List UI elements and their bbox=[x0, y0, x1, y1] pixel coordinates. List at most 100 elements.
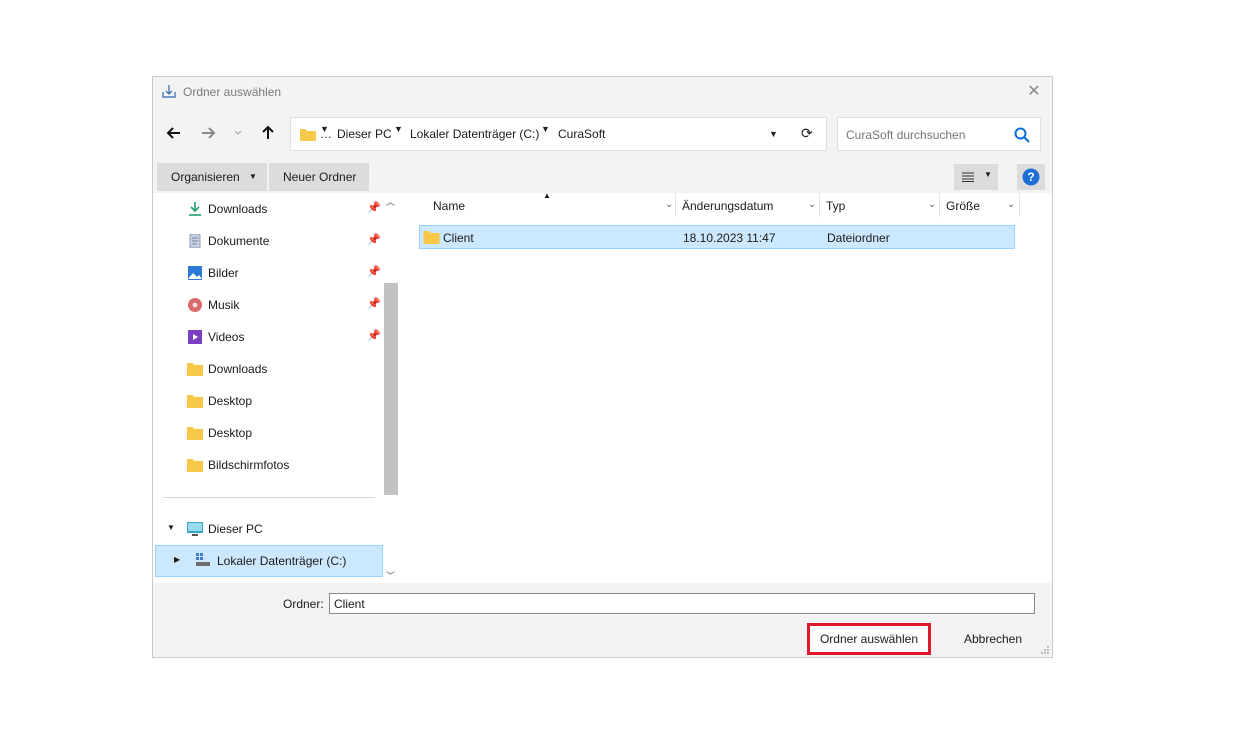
column-separator[interactable] bbox=[1019, 193, 1020, 217]
sidebar-item-label: Desktop bbox=[208, 426, 253, 440]
sidebar-item-screenshots[interactable]: Bildschirmfotos bbox=[153, 449, 383, 481]
nav-divider bbox=[163, 497, 375, 498]
chevron-down-icon[interactable]: ⌄ bbox=[1007, 199, 1015, 210]
column-header-name[interactable]: Name bbox=[433, 193, 465, 217]
address-bar[interactable]: ▼ … Dieser PC ▼ Lokaler Datenträger (C:)… bbox=[290, 117, 827, 151]
pin-icon: 📌 bbox=[367, 266, 381, 278]
breadcrumb-local-disk[interactable]: Lokaler Datenträger (C:) bbox=[410, 127, 539, 141]
refresh-icon[interactable]: ⟳ bbox=[801, 125, 813, 142]
pictures-icon bbox=[188, 266, 202, 280]
table-row[interactable]: Client 18.10.2023 11:47 Dateiordner bbox=[419, 225, 1015, 249]
folder-select-icon bbox=[162, 85, 176, 98]
new-folder-button[interactable]: Neuer Ordner bbox=[269, 163, 369, 191]
folder-icon bbox=[187, 427, 203, 440]
documents-icon bbox=[189, 234, 201, 248]
sidebar-item-label: Downloads bbox=[208, 202, 268, 216]
file-type: Dateiordner bbox=[827, 231, 890, 245]
sidebar-item-downloads-folder[interactable]: Downloads bbox=[153, 353, 383, 385]
chevron-down-icon: ▼ bbox=[984, 170, 992, 179]
search-input[interactable] bbox=[844, 125, 1008, 145]
chevron-down-icon bbox=[234, 130, 242, 135]
organize-button[interactable]: Organisieren ▼ bbox=[157, 163, 267, 191]
up-button[interactable] bbox=[256, 121, 280, 145]
breadcrumb-overflow[interactable]: … bbox=[320, 127, 332, 141]
arrow-up-icon bbox=[262, 125, 274, 139]
folder-icon bbox=[187, 363, 203, 376]
search-box[interactable] bbox=[837, 117, 1041, 151]
sidebar-item-documents[interactable]: Dokumente 📌 bbox=[153, 225, 383, 257]
breadcrumb-this-pc[interactable]: Dieser PC bbox=[337, 127, 392, 141]
close-icon: ✕ bbox=[1027, 83, 1041, 100]
column-separator[interactable] bbox=[675, 193, 676, 217]
chevron-down-icon[interactable]: ⌄ bbox=[928, 199, 936, 210]
expand-arrow-icon[interactable]: ▶ bbox=[174, 555, 180, 564]
select-folder-button[interactable]: Ordner auswählen bbox=[807, 623, 931, 655]
sidebar-item-videos[interactable]: Videos 📌 bbox=[153, 321, 383, 353]
arrow-left-icon bbox=[166, 127, 180, 139]
sidebar-item-downloads-quick[interactable]: Downloads 📌 bbox=[153, 193, 383, 225]
resize-grip-icon[interactable] bbox=[1040, 645, 1050, 655]
help-button[interactable]: ? bbox=[1017, 164, 1045, 190]
scrollbar-thumb[interactable] bbox=[384, 283, 398, 495]
forward-button[interactable] bbox=[196, 121, 220, 145]
sidebar-item-desktop[interactable]: Desktop bbox=[153, 385, 383, 417]
sidebar-item-desktop-2[interactable]: Desktop bbox=[153, 417, 383, 449]
chevron-down-icon[interactable]: ⌄ bbox=[808, 199, 816, 210]
file-date: 18.10.2023 11:47 bbox=[683, 231, 776, 245]
sidebar-item-label: Musik bbox=[208, 298, 240, 312]
close-button[interactable]: ✕ bbox=[1024, 82, 1044, 102]
column-separator[interactable] bbox=[939, 193, 940, 217]
sidebar-item-music[interactable]: Musik 📌 bbox=[153, 289, 383, 321]
arrow-right-icon bbox=[202, 127, 216, 139]
browser-content: Downloads 📌 Dokumente 📌 Bilder 📌 Musik 📌… bbox=[153, 191, 1052, 583]
column-header-type[interactable]: Typ bbox=[826, 193, 845, 217]
videos-icon bbox=[188, 330, 202, 344]
dialog-footer: Ordner: Ordner auswählen Abbrechen bbox=[153, 583, 1052, 657]
column-header-date[interactable]: Änderungsdatum bbox=[682, 193, 773, 217]
pin-icon: 📌 bbox=[367, 234, 381, 246]
recent-locations-button[interactable] bbox=[228, 121, 248, 145]
scroll-down-icon[interactable]: ﹀ bbox=[386, 569, 395, 582]
search-icon[interactable] bbox=[1014, 127, 1030, 143]
sidebar-item-local-disk[interactable]: ▶ Lokaler Datenträger (C:) bbox=[155, 545, 383, 577]
pin-icon: 📌 bbox=[367, 298, 381, 310]
organize-label: Organisieren bbox=[171, 170, 240, 184]
column-separator[interactable] bbox=[819, 193, 820, 217]
computer-icon bbox=[187, 522, 203, 536]
breadcrumb-curasoft[interactable]: CuraSoft bbox=[558, 127, 605, 141]
expand-arrow-icon[interactable]: ▼ bbox=[167, 523, 175, 532]
sidebar-item-label: Bildschirmfotos bbox=[208, 458, 290, 472]
sidebar-item-this-pc[interactable]: ▼ Dieser PC bbox=[153, 513, 383, 545]
chevron-down-icon[interactable]: ⌄ bbox=[665, 199, 673, 210]
folder-picker-dialog: Ordner auswählen ✕ ▼ … Dieser PC ▼ Lokal… bbox=[152, 76, 1053, 658]
breadcrumb-chevron-icon[interactable]: ▼ bbox=[394, 124, 403, 134]
sidebar-item-label: Videos bbox=[208, 330, 245, 344]
breadcrumb-chevron-icon[interactable]: ▼ bbox=[541, 124, 550, 134]
nav-scrollbar[interactable]: ︿ ﹀ bbox=[383, 193, 399, 583]
sort-ascending-icon: ▲ bbox=[543, 191, 551, 200]
folder-label: Ordner: bbox=[283, 597, 324, 611]
sidebar-item-label: Lokaler Datenträger (C:) bbox=[217, 554, 347, 568]
folder-name-input[interactable] bbox=[329, 593, 1035, 614]
sidebar-item-label: Dokumente bbox=[208, 234, 270, 248]
command-bar: Organisieren ▼ Neuer Ordner ▼ ? bbox=[157, 163, 1050, 191]
navigation-pane: Downloads 📌 Dokumente 📌 Bilder 📌 Musik 📌… bbox=[153, 193, 401, 583]
sidebar-item-pictures[interactable]: Bilder 📌 bbox=[153, 257, 383, 289]
column-header-size[interactable]: Größe bbox=[946, 193, 980, 217]
back-button[interactable] bbox=[162, 121, 186, 145]
pin-icon: 📌 bbox=[367, 202, 381, 214]
title-bar: Ordner auswählen ✕ bbox=[153, 77, 1052, 107]
details-view-icon bbox=[962, 172, 974, 182]
download-icon bbox=[189, 202, 201, 216]
view-options-button[interactable]: ▼ bbox=[954, 164, 998, 190]
folder-icon bbox=[300, 129, 316, 141]
sidebar-item-label: Desktop bbox=[208, 394, 253, 408]
sidebar-item-label: Bilder bbox=[208, 266, 239, 280]
cancel-button[interactable]: Abbrechen bbox=[951, 626, 1035, 652]
folder-icon bbox=[187, 459, 203, 472]
chevron-down-icon: ▼ bbox=[249, 172, 257, 181]
address-history-dropdown-icon[interactable]: ▼ bbox=[769, 129, 778, 139]
help-icon: ? bbox=[1022, 168, 1040, 186]
pin-icon: 📌 bbox=[367, 330, 381, 342]
scroll-up-icon[interactable]: ︿ bbox=[386, 195, 395, 208]
